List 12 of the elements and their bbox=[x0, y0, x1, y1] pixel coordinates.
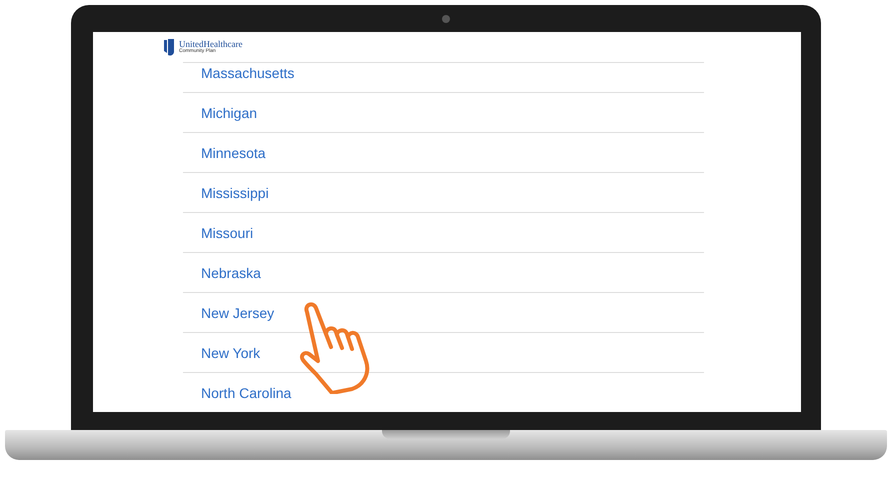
state-link[interactable]: Mississippi bbox=[201, 184, 269, 200]
state-link[interactable]: New Jersey bbox=[201, 304, 274, 320]
state-link[interactable]: Minnesota bbox=[201, 144, 266, 160]
camera-icon bbox=[442, 15, 450, 23]
state-link[interactable]: New York bbox=[201, 344, 260, 360]
state-link[interactable]: North Carolina bbox=[201, 384, 292, 400]
state-link[interactable]: Missouri bbox=[201, 224, 254, 240]
shield-logo-icon bbox=[163, 38, 175, 56]
state-link[interactable]: Massachusetts bbox=[201, 65, 294, 81]
logo-name: UnitedHealthcare bbox=[179, 40, 242, 49]
state-link[interactable]: Nebraska bbox=[201, 264, 261, 280]
state-link[interactable]: Michigan bbox=[201, 104, 258, 120]
